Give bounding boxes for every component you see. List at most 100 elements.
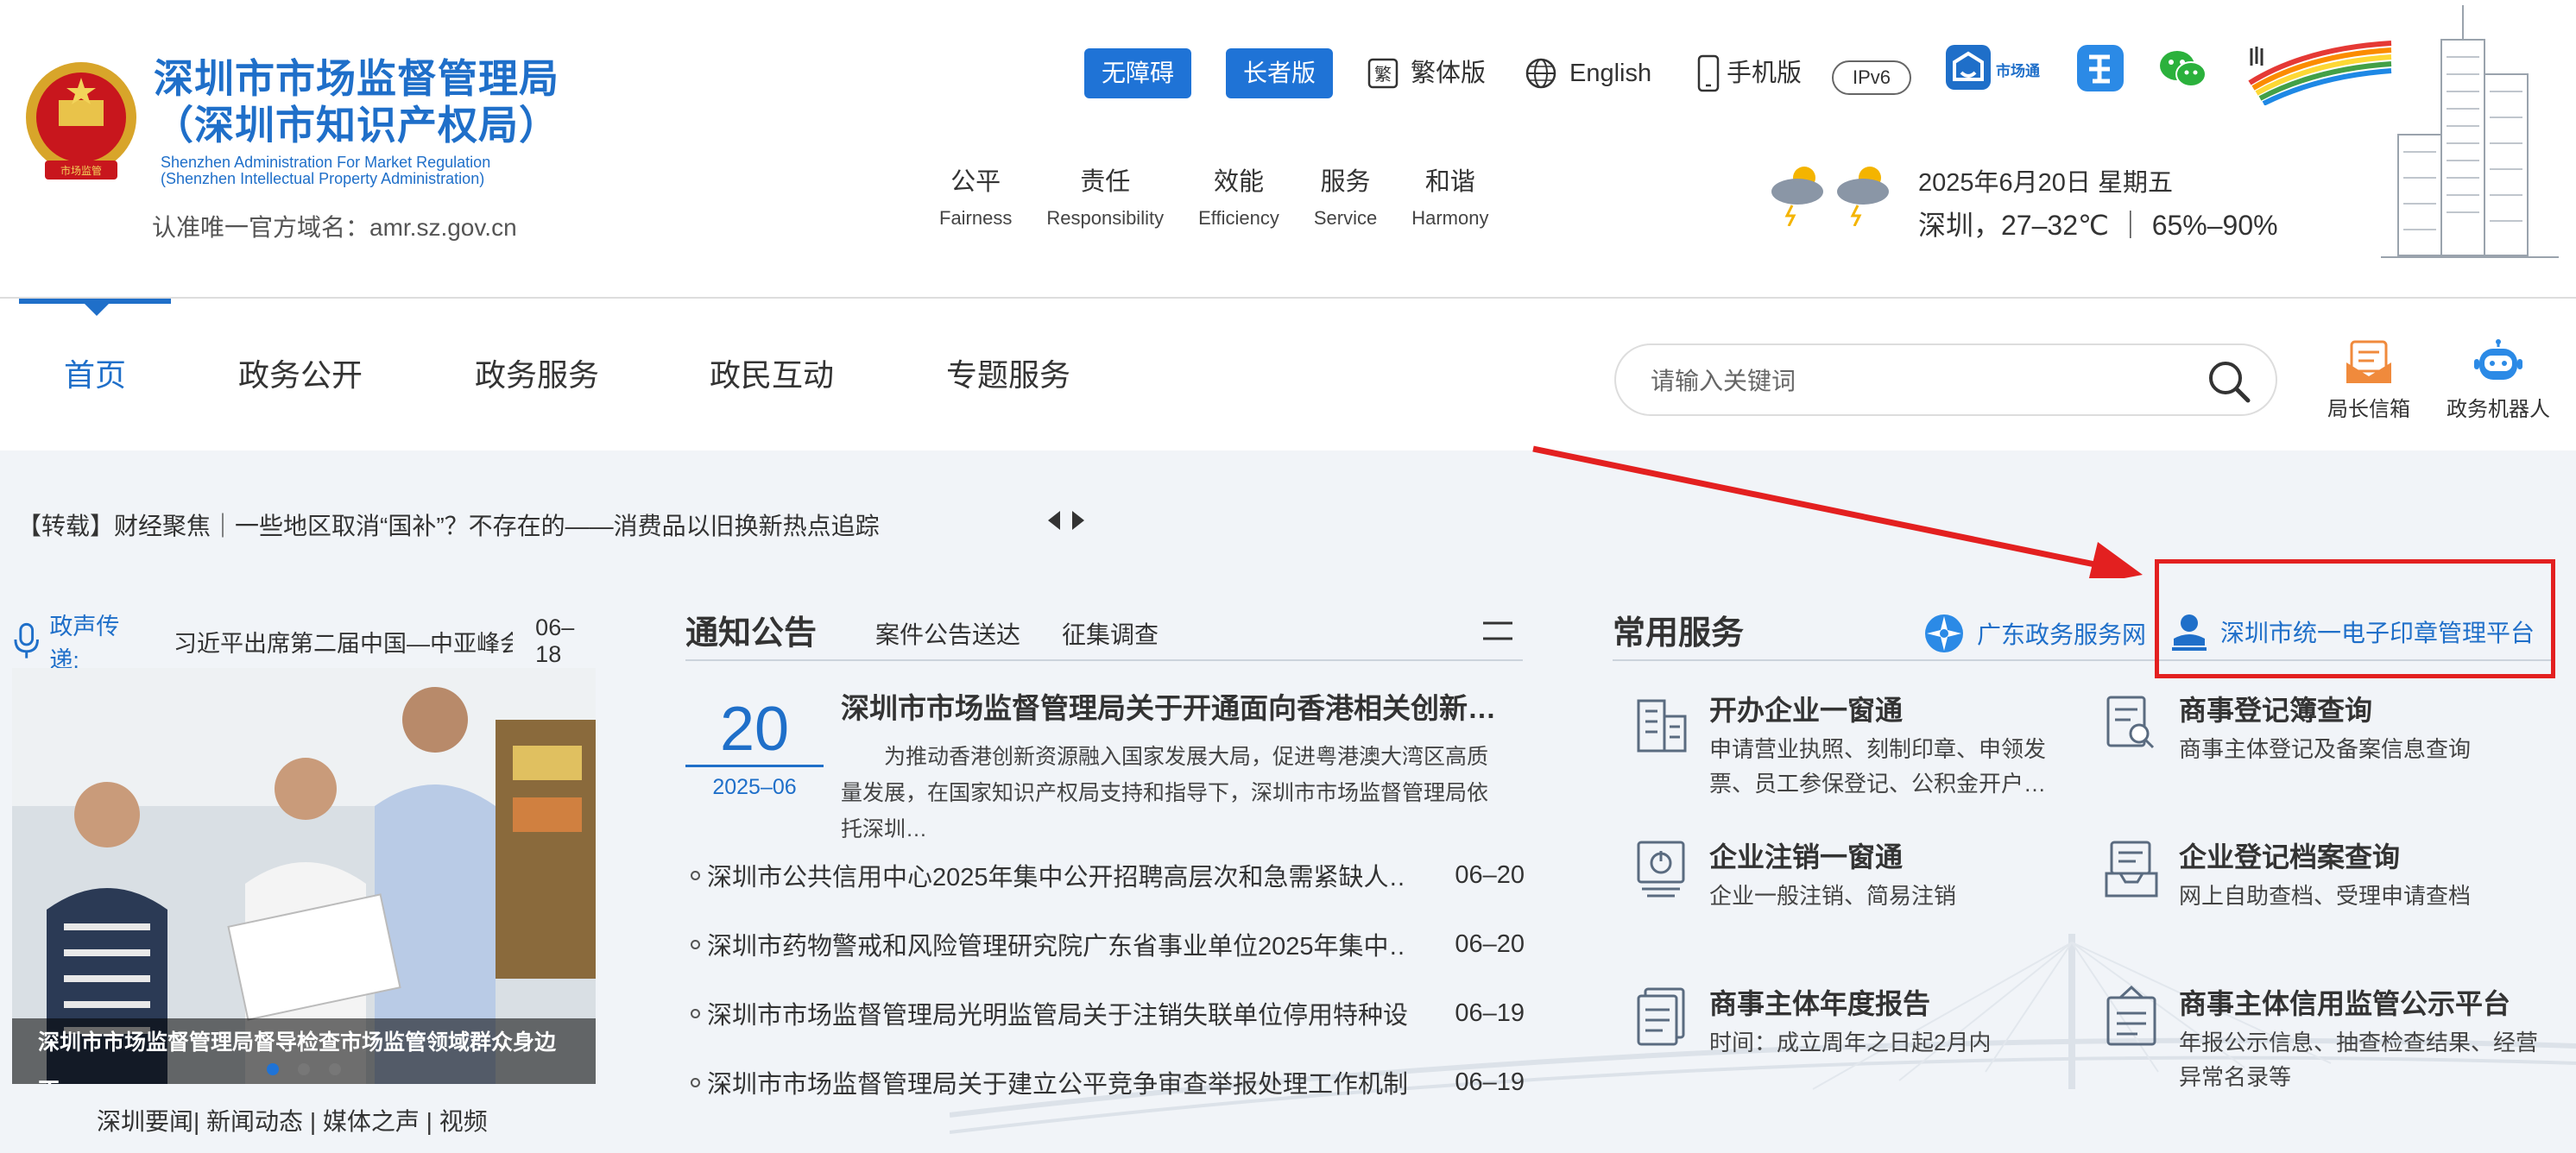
main-content: 【转载】财经聚焦｜一些地区取消“国补”？不存在的——消费品以旧换新热点追踪 政声… <box>0 450 2576 1153</box>
power-monitor-icon <box>1637 841 1685 898</box>
service-name: 商事主体年度报告 <box>1709 988 1931 1019</box>
document-search-icon <box>2106 696 2155 749</box>
nav-public-interaction[interactable]: 政民互动 <box>710 354 834 397</box>
nav-active-caret <box>85 304 109 316</box>
market-app-label: 市场通 <box>1996 62 2040 80</box>
service-desc: 年报公示信息、抽查检查结果、经营异常名录等 <box>2179 1030 2539 1090</box>
bullet-icon <box>691 1008 700 1018</box>
featured-notice-date: 20 2025–06 <box>685 696 824 807</box>
main-nav: 首页 政务公开 政务服务 政民互动 专题服务 局长信箱 政务机器人 <box>0 297 2576 450</box>
carousel-dots <box>12 1063 596 1075</box>
nav-government-services[interactable]: 政务服务 <box>475 354 599 397</box>
voice-label: 政声传递: <box>49 614 120 673</box>
value-service: 服务 Service <box>1313 168 1378 229</box>
national-emblem-icon: 市场监管 <box>26 62 136 180</box>
service-desc: 网上自助查档、受理申请查档 <box>2179 883 2472 909</box>
list-item[interactable]: 深圳市公共信用中心2025年集中公开招聘高层次和急需紧缺人… 06–20 <box>691 841 1525 910</box>
services-title: 常用服务 <box>1613 615 1745 652</box>
ipv6-badge: IPv6 <box>1832 60 1911 95</box>
director-mailbox-link[interactable]: 局长信箱 <box>2327 338 2410 422</box>
ticker-next-icon[interactable] <box>1072 511 1084 530</box>
site-subtitle: （深圳市知识产权局） <box>154 103 559 148</box>
nav-home[interactable]: 首页 <box>64 354 126 397</box>
search-box <box>1614 343 2277 416</box>
more-menu-icon[interactable] <box>1481 620 1514 642</box>
list-item[interactable]: 深圳市市场监督管理局光明监管局关于注销失联单位停用特种设… 06–19 <box>691 979 1525 1048</box>
microphone-icon <box>14 622 39 658</box>
shenzhen-service-app-icon[interactable] <box>2075 43 2127 95</box>
market-app-icon[interactable]: 市场通 <box>1944 43 2046 95</box>
service-name: 商事主体信用监管公示平台 <box>2179 988 2511 1019</box>
weather-info: 深圳，27–32℃ ｜ 65%–90% <box>1918 210 2278 241</box>
notice-item-date: 06–19 <box>1455 999 1525 1027</box>
policy-voice-bar[interactable]: 政声传递: 习近平出席第二届中国—中亚峰会… 06–18 <box>12 608 599 675</box>
notice-item-text: 深圳市市场监督管理局光明监管局关于注销失联单位停用特种设… <box>707 1002 1407 1030</box>
notice-list: 深圳市公共信用中心2025年集中公开招聘高层次和急需紧缺人… 06–20 深圳市… <box>691 841 1525 1117</box>
notice-title[interactable]: 通知公告 <box>685 606 817 653</box>
carousel-dot[interactable] <box>298 1063 310 1075</box>
list-item[interactable]: 深圳市药物警戒和风险管理研究院广东省事业单位2025年集中… 06–20 <box>691 910 1525 979</box>
carousel-dot[interactable] <box>267 1063 279 1075</box>
search-icon[interactable] <box>2205 357 2253 406</box>
traditional-chinese-icon: 繁 <box>1367 58 1398 89</box>
site-title: 深圳市市场监督管理局 <box>154 56 559 101</box>
site-subtitle-en: (Shenzhen Intellectual Property Administ… <box>161 170 485 187</box>
news-category-links[interactable]: 深圳要闻| 新闻动态 | 媒体之声 | 视频 <box>97 1103 488 1137</box>
value-efficiency: 效能 Efficiency <box>1198 168 1279 229</box>
service-desc: 企业一般注销、简易注销 <box>1709 883 1957 909</box>
building-icon <box>1637 699 1687 753</box>
tab-solicitation[interactable]: 征集调查 <box>1062 616 1159 651</box>
archive-icon <box>2105 841 2158 898</box>
featured-notice-title[interactable]: 深圳市市场监督管理局关于开通面向香港相关创新主体的… <box>841 685 1506 727</box>
gov-robot-link[interactable]: 政务机器人 <box>2447 338 2550 422</box>
service-name: 开办企业一窗通 <box>1709 695 1904 726</box>
mobile-phone-icon <box>1697 54 1720 92</box>
report-icon <box>1637 987 1685 1046</box>
notice-item-date: 06–19 <box>1455 1068 1525 1096</box>
traditional-chinese-link[interactable]: 繁 繁体版 <box>1367 48 1486 98</box>
mailbox-label: 局长信箱 <box>2327 398 2410 421</box>
service-desc: 商事主体登记及备案信息查询 <box>2179 736 2472 762</box>
notice-item-date: 06–20 <box>1455 860 1525 889</box>
news-ticker[interactable]: 【转载】财经聚焦｜一些地区取消“国补”？不存在的——消费品以旧换新热点追踪 <box>17 507 880 542</box>
notice-header: 通知公告 案件公告送达 征集调查 <box>685 606 1523 661</box>
english-label: English <box>1569 60 1652 87</box>
search-input[interactable] <box>1651 362 2186 400</box>
featured-notice-summary: 为推动香港创新资源融入国家发展大局，促进粤港澳大湾区高质量发展，在国家知识产权局… <box>841 745 1489 841</box>
ticker-controls <box>1048 511 1084 530</box>
english-link[interactable]: English <box>1525 48 1651 98</box>
traditional-chinese-label: 繁体版 <box>1411 60 1487 87</box>
notice-item-date: 06–20 <box>1455 929 1525 958</box>
mobile-version-link[interactable]: 手机版 <box>1695 48 1802 98</box>
mobile-version-label: 手机版 <box>1727 60 1803 87</box>
value-harmony: 和谐 Harmony <box>1411 168 1489 229</box>
ticker-prev-icon[interactable] <box>1048 511 1060 530</box>
robot-label: 政务机器人 <box>2447 398 2550 421</box>
elderly-version-button[interactable]: 长者版 <box>1226 48 1333 98</box>
nav-special-services[interactable]: 专题服务 <box>946 354 1070 397</box>
voice-date: 06–18 <box>535 614 575 667</box>
nav-government-affairs[interactable]: 政务公开 <box>238 354 363 397</box>
globe-icon <box>1525 58 1556 89</box>
weather-thunderstorm-icon <box>1771 167 1889 226</box>
service-name: 企业注销一窗通 <box>1709 841 1904 873</box>
wechat-icon[interactable] <box>2156 43 2208 95</box>
guangdong-gov-service-link[interactable]: 广东政务服务网 <box>1923 613 2146 654</box>
featured-day: 20 <box>685 696 824 767</box>
tab-case-notices[interactable]: 案件公告送达 <box>875 616 1020 651</box>
annotation-arrow <box>1532 445 2143 578</box>
service-name: 商事登记簿查询 <box>2179 695 2373 726</box>
bullet-icon <box>691 939 700 949</box>
core-values: 公平 Fairness 责任 Responsibility 效能 Efficie… <box>939 161 1523 233</box>
annotation-highlight-box <box>2155 559 2555 678</box>
shenzhen-city-logo <box>2248 41 2392 105</box>
list-item[interactable]: 深圳市市场监督管理局关于建立公平竞争审查举报处理工作机制… 06–19 <box>691 1048 1525 1117</box>
carousel-dot[interactable] <box>329 1063 341 1075</box>
voice-headline[interactable]: 习近平出席第二届中国—中亚峰会… <box>174 625 513 658</box>
guangdong-gov-logo-icon <box>1925 614 1963 652</box>
building-illustration <box>2381 5 2559 258</box>
news-photo-carousel[interactable]: 深圳市市场监督管理局督导检查市场监管领域群众身边不… <box>12 668 596 1084</box>
accessibility-button[interactable]: 无障碍 <box>1084 48 1191 98</box>
svg-text:市场监管: 市场监管 <box>60 164 102 177</box>
bullet-icon <box>691 1077 700 1087</box>
